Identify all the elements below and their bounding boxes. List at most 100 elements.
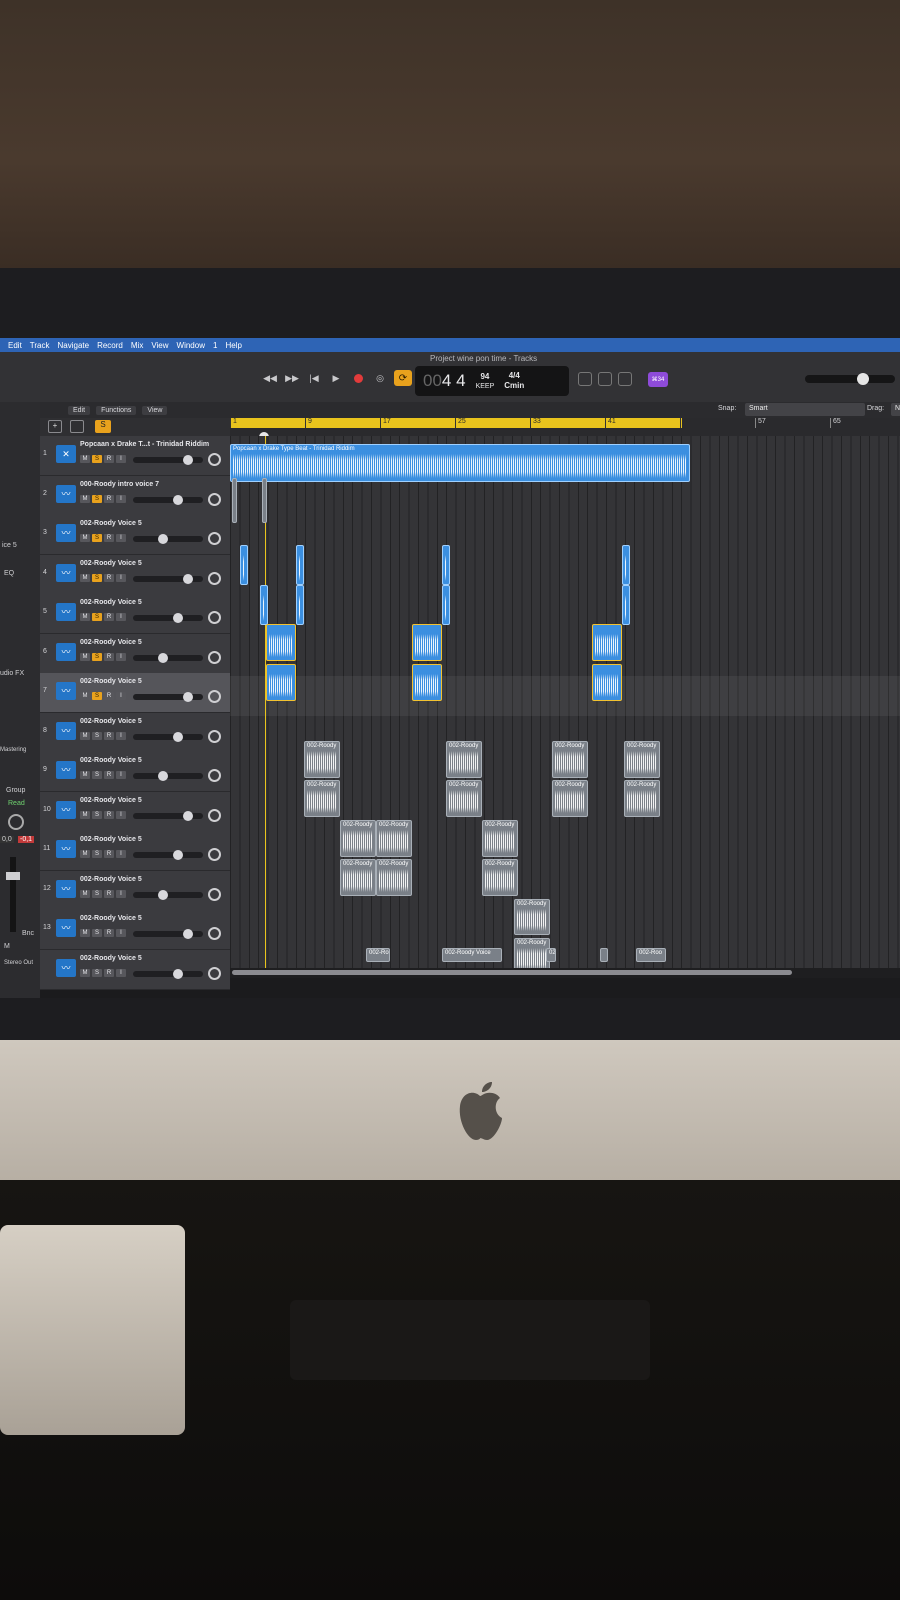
- audio-region[interactable]: 002-Roody: [376, 859, 412, 896]
- track-row[interactable]: 4 〰 002-Roody Voice 5 MSRI: [40, 554, 230, 595]
- bar-ruler[interactable]: 1 9 17 25 33 41 49 57 65: [230, 418, 900, 436]
- track-volume-slider[interactable]: [133, 573, 203, 584]
- pan-knob[interactable]: [208, 650, 221, 664]
- volume-thumb[interactable]: [173, 731, 183, 742]
- record-enable-button[interactable]: R: [104, 652, 114, 661]
- edit-menu[interactable]: Edit: [68, 405, 91, 415]
- mute-button[interactable]: M: [80, 494, 90, 503]
- solo-button[interactable]: S: [92, 652, 102, 661]
- pan-knob[interactable]: [208, 611, 221, 624]
- audio-region[interactable]: 002-Roody: [552, 780, 588, 817]
- mute-button[interactable]: M: [80, 929, 90, 937]
- volume-thumb[interactable]: [173, 850, 183, 860]
- volume-thumb[interactable]: [158, 534, 168, 544]
- track-name[interactable]: 002-Roody Voice 5: [80, 955, 142, 962]
- track-row[interactable]: 2 〰 000-Roody intro voice 7 MSRI: [40, 475, 230, 516]
- replace-button[interactable]: [578, 372, 592, 386]
- fader-cap[interactable]: [6, 872, 20, 880]
- audio-region[interactable]: [296, 584, 304, 625]
- mute-button[interactable]: M: [80, 731, 90, 740]
- count-in-button[interactable]: [618, 372, 632, 386]
- audio-region[interactable]: Popcaan x Drake Type Beat - Trinidad Rid…: [230, 444, 690, 482]
- menu-3[interactable]: Record: [97, 341, 123, 350]
- pan-knob[interactable]: [208, 571, 221, 585]
- audio-region[interactable]: [262, 478, 267, 523]
- track-volume-slider[interactable]: [133, 652, 203, 663]
- track-name[interactable]: 002-Roody Voice 5: [80, 757, 142, 764]
- audio-region[interactable]: 002-Roody: [446, 740, 482, 778]
- mute-channel-button[interactable]: M: [4, 943, 10, 950]
- track-name[interactable]: 002-Roody Voice 5: [80, 560, 142, 567]
- volume-thumb[interactable]: [158, 771, 168, 781]
- menu-0[interactable]: Edit: [8, 341, 22, 350]
- solo-button[interactable]: S: [92, 850, 102, 858]
- record-enable-button[interactable]: R: [104, 889, 114, 898]
- audio-region[interactable]: [240, 545, 248, 585]
- audio-region[interactable]: [266, 624, 296, 661]
- menu-2[interactable]: Navigate: [58, 341, 90, 350]
- pan-knob[interactable]: [208, 729, 221, 743]
- track-volume-slider[interactable]: [133, 810, 203, 821]
- track-volume-slider[interactable]: [133, 771, 203, 781]
- track-name[interactable]: 002-Roody Voice 5: [80, 678, 142, 685]
- volume-thumb[interactable]: [173, 613, 183, 623]
- audio-region[interactable]: 002-Roody: [340, 859, 376, 896]
- track-name[interactable]: 002-Roody Voice 5: [80, 876, 142, 883]
- input-monitor-button[interactable]: I: [116, 613, 126, 621]
- track-volume-slider[interactable]: [133, 850, 203, 860]
- record-enable-button[interactable]: R: [104, 771, 114, 779]
- audio-region[interactable]: 002-Roody Voice: [442, 948, 502, 962]
- pan-knob[interactable]: [8, 814, 24, 830]
- audio-region[interactable]: 002-Roody: [552, 740, 588, 778]
- mute-button[interactable]: M: [80, 850, 90, 858]
- menu-5[interactable]: View: [151, 341, 168, 350]
- pan-knob[interactable]: [208, 848, 221, 861]
- input-monitor-button[interactable]: I: [116, 731, 126, 740]
- solo-button[interactable]: S: [92, 968, 102, 977]
- track-row[interactable]: 8 〰 002-Roody Voice 5 MSRI: [40, 712, 230, 753]
- mute-button[interactable]: M: [80, 968, 90, 977]
- track-name[interactable]: 002-Roody Voice 5: [80, 639, 142, 646]
- audio-region[interactable]: [412, 624, 442, 661]
- volume-thumb[interactable]: [158, 652, 168, 663]
- audio-region[interactable]: 002-Roody: [514, 898, 550, 935]
- solo-button[interactable]: S: [92, 455, 102, 463]
- record-enable-button[interactable]: R: [104, 534, 114, 542]
- scroll-thumb[interactable]: [232, 970, 792, 975]
- mute-button[interactable]: M: [80, 889, 90, 898]
- audio-fx-label[interactable]: udio FX: [0, 670, 24, 677]
- audio-region[interactable]: [592, 663, 622, 701]
- audio-region[interactable]: [260, 584, 268, 625]
- eq-label[interactable]: EQ: [4, 570, 14, 577]
- mastering-label[interactable]: Mastering: [0, 747, 26, 753]
- menu-7[interactable]: 1: [213, 341, 217, 350]
- audio-region[interactable]: [296, 545, 304, 585]
- keycommand-badge[interactable]: ⌘34: [648, 372, 668, 387]
- add-track-button[interactable]: +: [48, 420, 62, 433]
- bounce-button[interactable]: Bnc: [22, 930, 34, 937]
- menu-1[interactable]: Track: [30, 341, 50, 350]
- snap-select[interactable]: Smart: [745, 403, 865, 416]
- functions-menu[interactable]: Functions: [96, 405, 137, 415]
- track-name[interactable]: 002-Roody Voice 5: [80, 520, 142, 527]
- pan-knob[interactable]: [208, 887, 221, 901]
- audio-region[interactable]: 002-Roo: [636, 948, 666, 962]
- record-enable-button[interactable]: R: [104, 573, 114, 582]
- solo-button[interactable]: S: [92, 692, 102, 700]
- rewind-button[interactable]: ◀◀: [262, 370, 278, 386]
- menu-8[interactable]: Help: [225, 341, 241, 350]
- solo-button[interactable]: S: [92, 810, 102, 819]
- automation-read[interactable]: Read: [8, 800, 25, 807]
- audio-region[interactable]: [266, 663, 296, 701]
- drag-select[interactable]: No Over: [891, 403, 900, 416]
- pan-knob[interactable]: [208, 453, 221, 466]
- track-row[interactable]: 1 ✕ Popcaan x Drake T...t - Trinidad Riddi…: [40, 436, 230, 476]
- track-volume-slider[interactable]: [133, 494, 203, 505]
- record-enable-button[interactable]: R: [104, 810, 114, 819]
- input-monitor-button[interactable]: I: [116, 652, 126, 661]
- track-volume-slider[interactable]: [133, 455, 203, 465]
- input-monitor-button[interactable]: I: [116, 692, 126, 700]
- volume-knob[interactable]: [857, 373, 869, 385]
- input-monitor-button[interactable]: I: [116, 455, 126, 463]
- audio-region[interactable]: [442, 584, 450, 625]
